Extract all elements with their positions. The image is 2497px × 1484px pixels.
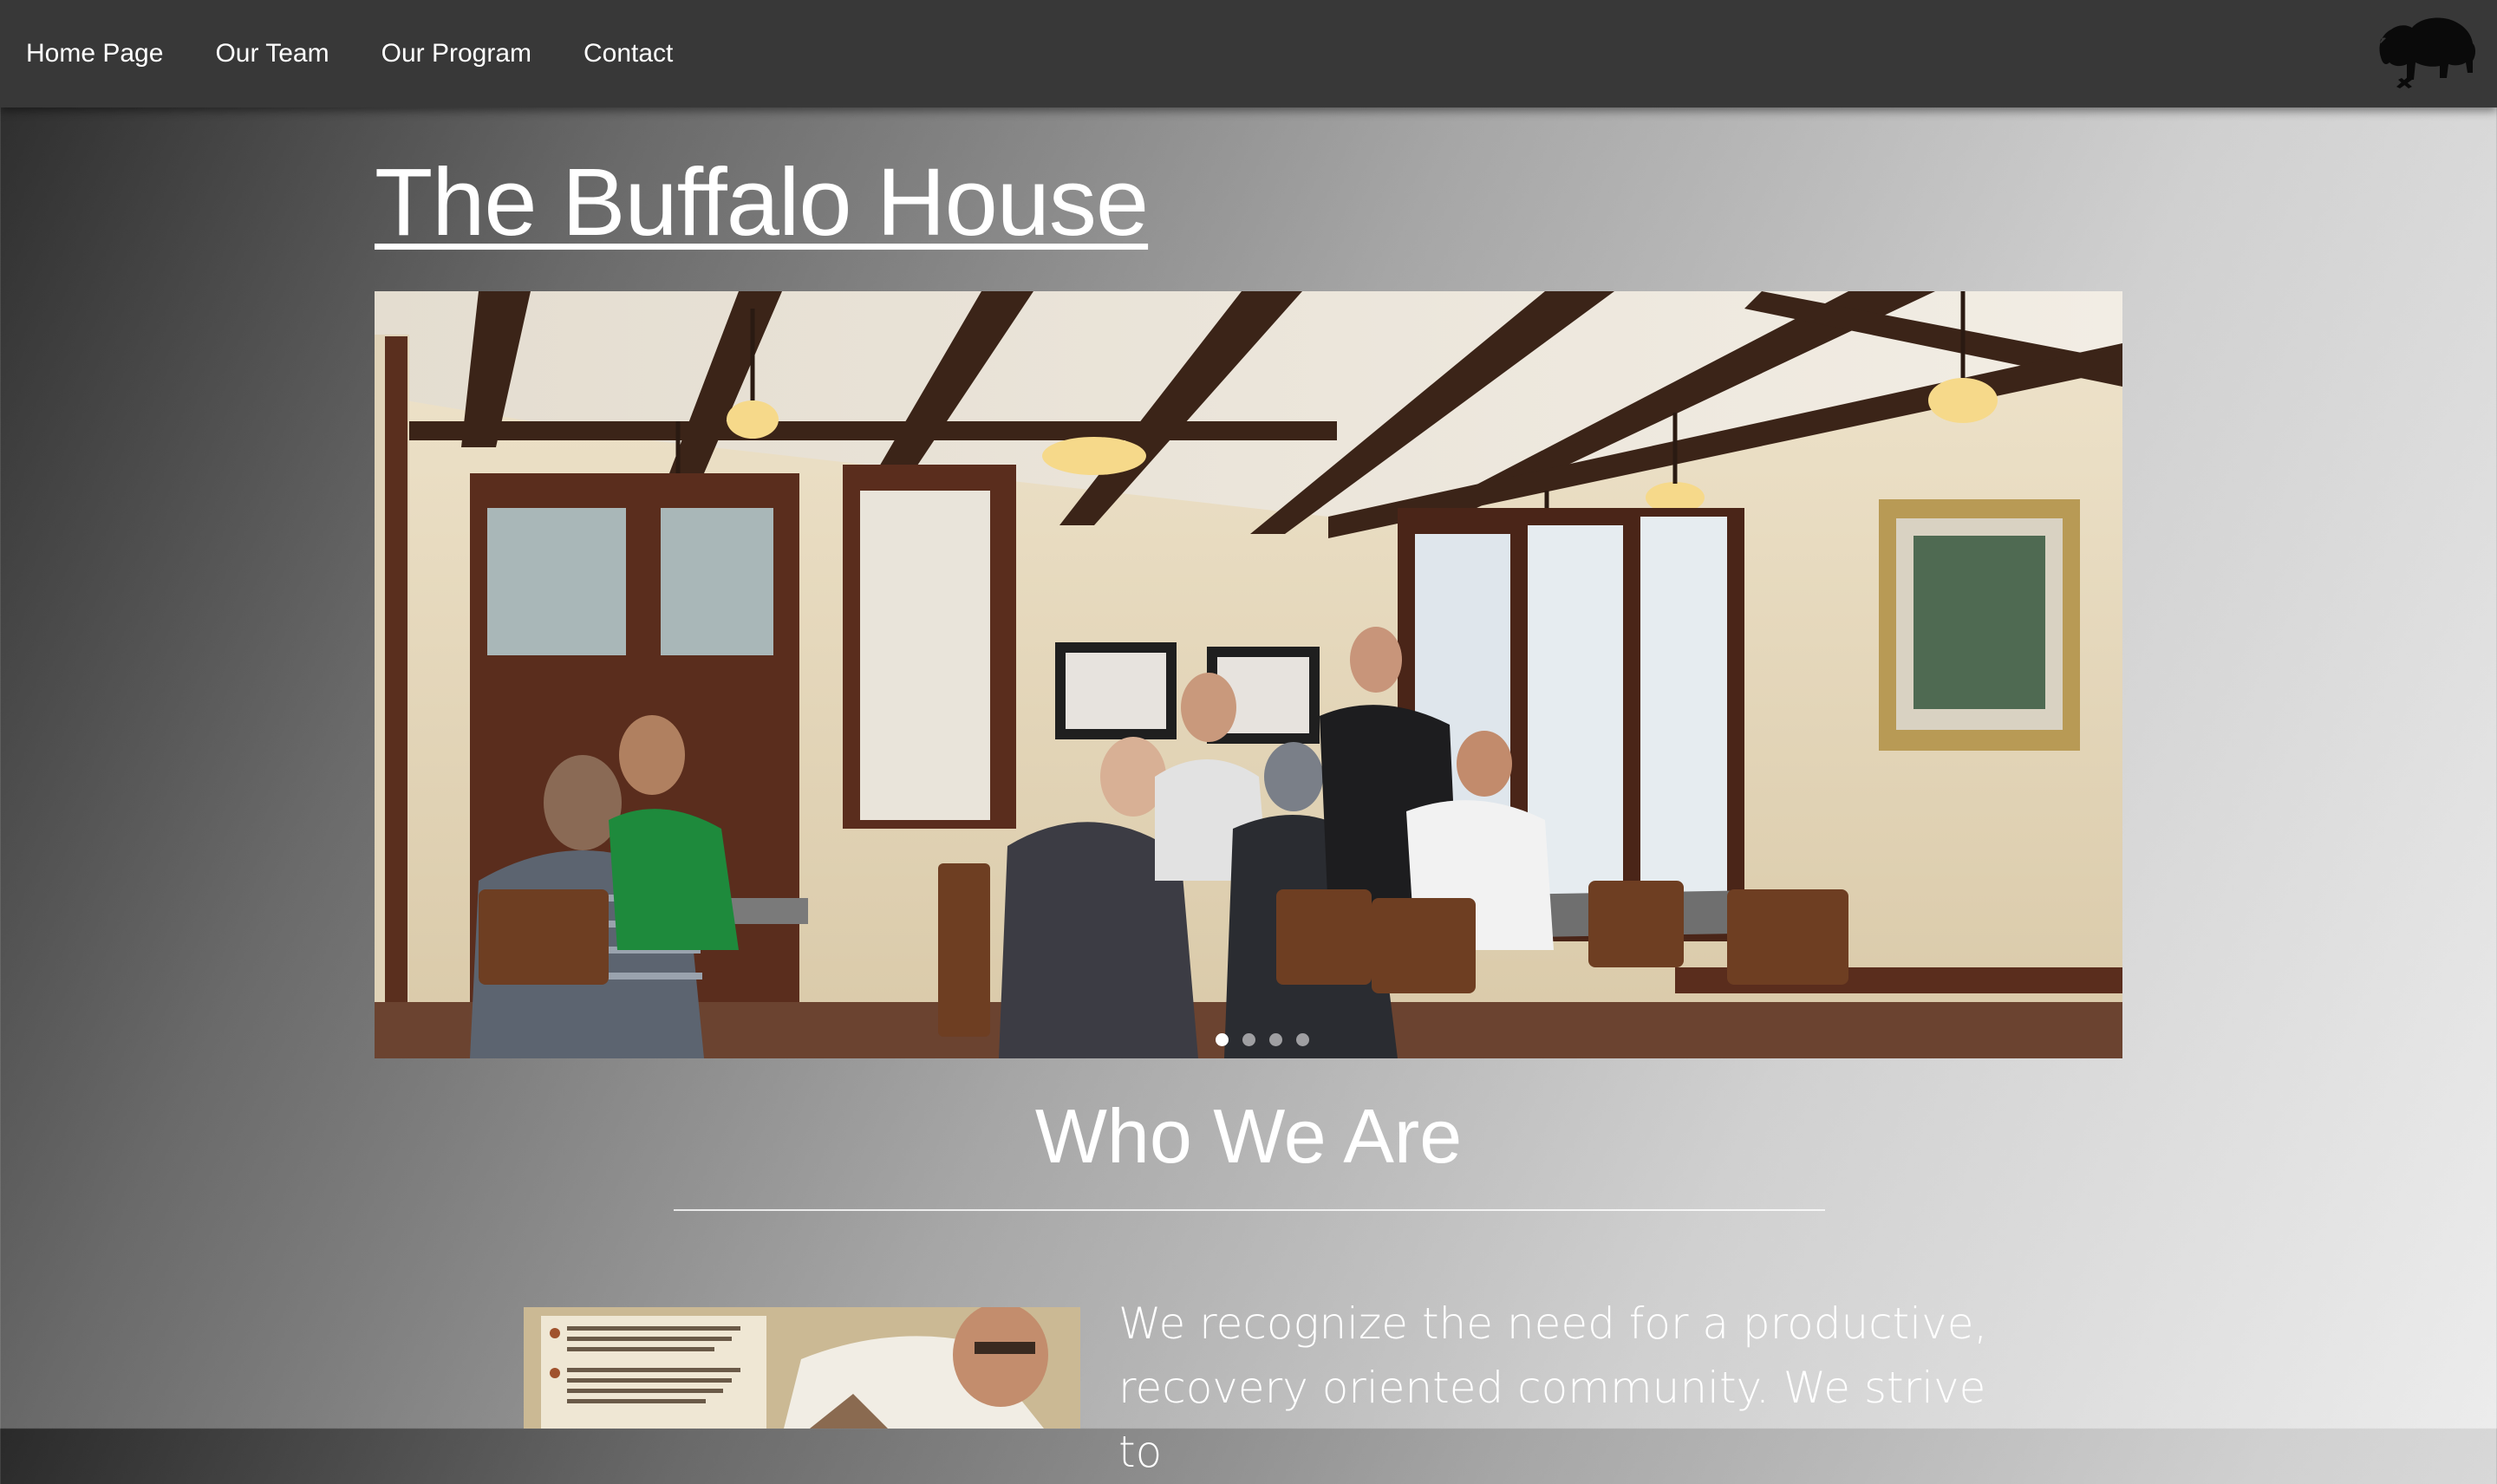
nav-home-page[interactable]: Home Page	[26, 39, 163, 68]
hero-image	[375, 291, 2122, 1058]
nav-our-team[interactable]: Our Team	[215, 39, 329, 68]
carousel-dot-3[interactable]	[1269, 1033, 1282, 1046]
carousel-dot-1[interactable]	[1216, 1033, 1229, 1046]
carousel-dot-4[interactable]	[1296, 1033, 1309, 1046]
buffalo-icon[interactable]	[2374, 12, 2478, 90]
carousel-indicators	[388, 1033, 2122, 1046]
top-navbar: Home Page Our Team Our Program Contact	[0, 0, 2497, 107]
about-text: We recognize the need for a productive, …	[1118, 1298, 1988, 1477]
nav-contact[interactable]: Contact	[584, 39, 673, 68]
about-image	[524, 1307, 1080, 1429]
site-title[interactable]: The Buffalo House	[375, 147, 1149, 257]
carousel-dot-2[interactable]	[1242, 1033, 1255, 1046]
nav-our-program[interactable]: Our Program	[381, 39, 531, 68]
section-divider	[674, 1209, 1825, 1211]
hero-carousel[interactable]	[375, 291, 2122, 1058]
section-heading: Who We Are	[1034, 1093, 1463, 1179]
